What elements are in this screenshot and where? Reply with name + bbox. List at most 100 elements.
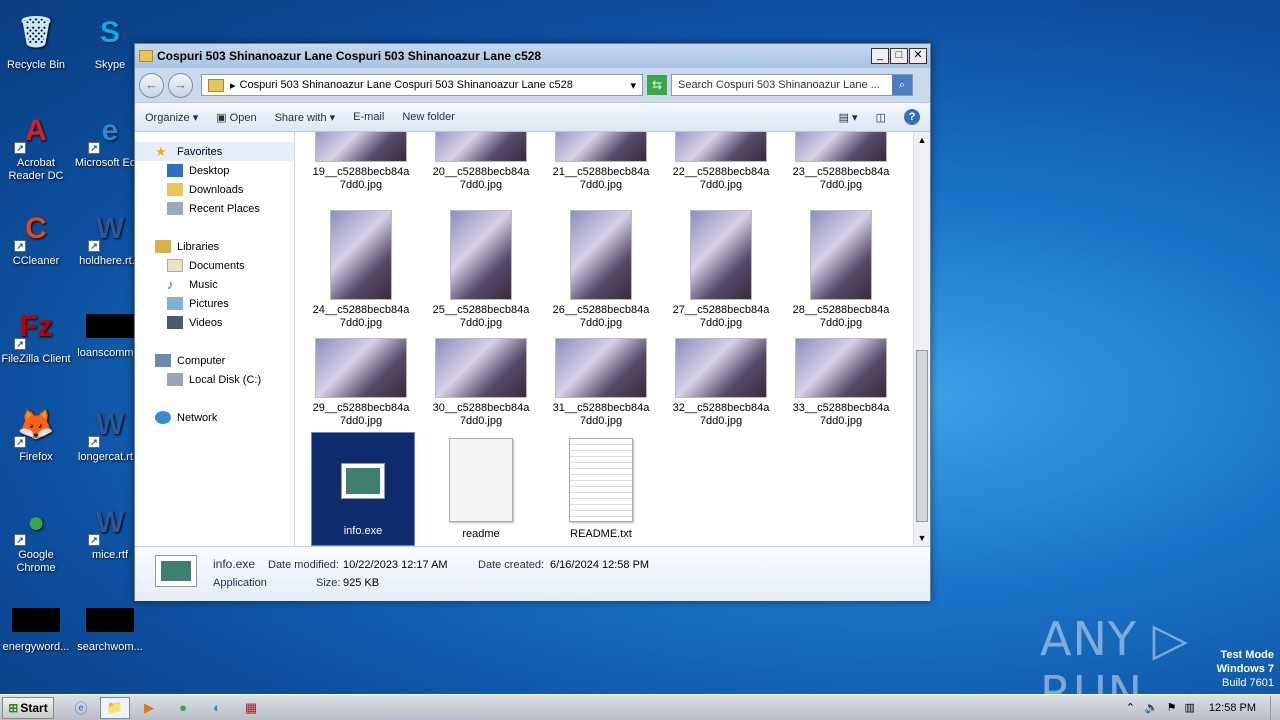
- nav-favorites[interactable]: ★ Favorites: [135, 142, 294, 161]
- file-name-line1: 27__c5288becb84a: [672, 304, 770, 316]
- minimize-button[interactable]: _: [871, 48, 889, 64]
- desktop-icon-13[interactable]: searchwom...: [72, 596, 148, 654]
- desktop-icon-6[interactable]: Fz ↗ FileZilla Client: [0, 302, 74, 366]
- explorer-taskbar-icon[interactable]: 📁: [100, 696, 130, 719]
- explorer-body: ★ Favorites Desktop Downloads Recent Plac…: [135, 132, 930, 546]
- nav-documents-label: Documents: [189, 259, 245, 272]
- file-tile[interactable]: 26__c5288becb84a 7dd0.jpg: [549, 210, 653, 330]
- desktop-icon-label: searchwom...: [77, 641, 143, 653]
- nav-libraries[interactable]: Libraries: [135, 237, 294, 256]
- network-tray-icon[interactable]: ▥: [1185, 701, 1195, 714]
- close-button[interactable]: ✕: [909, 48, 927, 64]
- desktop-icon-8[interactable]: 🦊 ↗ Firefox: [0, 400, 74, 464]
- scroll-up-arrow[interactable]: ▲: [914, 132, 930, 148]
- edge-taskbar-icon[interactable]: ◐: [202, 697, 232, 719]
- maximize-button[interactable]: □: [890, 48, 908, 64]
- clock[interactable]: 12:58 PM: [1209, 702, 1256, 714]
- file-tile[interactable]: 23__c5288becb84a 7dd0.jpg: [789, 132, 893, 192]
- file-tile[interactable]: 27__c5288becb84a 7dd0.jpg: [669, 210, 773, 330]
- desktop-icon-4[interactable]: C ↗ CCleaner: [0, 204, 74, 268]
- size-value: 925 KB: [343, 577, 380, 589]
- chrome-taskbar-icon[interactable]: ●: [168, 697, 198, 719]
- scroll-thumb[interactable]: [916, 350, 928, 522]
- file-name-label: info.exe: [343, 525, 383, 537]
- shortcut-arrow-icon: ↗: [14, 534, 26, 546]
- file-tile-readme-txt[interactable]: README.txt: [549, 432, 653, 546]
- preview-pane-icon[interactable]: ◫: [876, 111, 886, 124]
- file-name-line2: 7dd0.jpg: [699, 317, 743, 329]
- file-tile[interactable]: 25__c5288becb84a 7dd0.jpg: [429, 210, 533, 330]
- back-button[interactable]: ←: [139, 72, 164, 98]
- help-icon[interactable]: ?: [904, 109, 920, 125]
- file-tile[interactable]: 24__c5288becb84a 7dd0.jpg: [309, 210, 413, 330]
- downloads-icon: [167, 183, 183, 196]
- desktop-icon-0[interactable]: 🗑 Recycle Bin: [0, 8, 74, 72]
- new-folder-button[interactable]: New folder: [402, 111, 455, 123]
- size-label: Size:: [316, 577, 341, 589]
- desktop-icon-image: W ↗: [86, 498, 134, 546]
- refresh-icon[interactable]: ⇆: [647, 75, 667, 95]
- organize-button[interactable]: Organize ▾: [145, 111, 198, 124]
- nav-music[interactable]: ♪ Music: [135, 275, 294, 294]
- volume-icon[interactable]: 🔈: [1145, 701, 1159, 714]
- vertical-scrollbar[interactable]: ▲ ▼: [913, 132, 930, 546]
- show-desktop-button[interactable]: [1270, 695, 1280, 720]
- winrar-taskbar-icon[interactable]: ▦: [236, 697, 266, 719]
- file-tile[interactable]: 22__c5288becb84a 7dd0.jpg: [669, 132, 773, 192]
- desktop-icon-2[interactable]: A ↗ Acrobat Reader DC: [0, 106, 74, 183]
- file-tile[interactable]: 31__c5288becb84a 7dd0.jpg: [549, 338, 653, 428]
- created-value: 6/16/2024 12:58 PM: [550, 559, 650, 571]
- image-thumbnail: [315, 338, 407, 398]
- action-center-icon[interactable]: ⚑: [1167, 701, 1177, 714]
- scroll-down-arrow[interactable]: ▼: [914, 530, 930, 546]
- file-tile[interactable]: 20__c5288becb84a 7dd0.jpg: [429, 132, 533, 192]
- open-button[interactable]: ▣ Open: [216, 111, 256, 124]
- file-name-line1: 20__c5288becb84a: [432, 166, 530, 178]
- file-tile[interactable]: 21__c5288becb84a 7dd0.jpg: [549, 132, 653, 192]
- chevron-down-icon[interactable]: ▾: [630, 79, 636, 92]
- file-tile[interactable]: 33__c5288becb84a 7dd0.jpg: [789, 338, 893, 428]
- tray-expand-icon[interactable]: ⌃: [1126, 701, 1135, 714]
- file-tile[interactable]: 28__c5288becb84a 7dd0.jpg: [789, 210, 893, 330]
- file-tile[interactable]: 29__c5288becb84a 7dd0.jpg: [309, 338, 413, 428]
- desktop-icon-10[interactable]: ● ↗ Google Chrome: [0, 498, 74, 575]
- file-tile-readme[interactable]: readme: [429, 432, 533, 546]
- address-bar[interactable]: ▸ Cospuri 503 Shinanoazur Lane Cospuri 5…: [201, 74, 643, 96]
- nav-local-disk[interactable]: Local Disk (C:): [135, 370, 294, 389]
- search-icon[interactable]: ⌕: [892, 75, 912, 95]
- nav-network[interactable]: Network: [135, 408, 294, 427]
- title-bar[interactable]: Cospuri 503 Shinanoazur Lane Cospuri 503…: [135, 44, 930, 68]
- explorer-window[interactable]: Cospuri 503 Shinanoazur Lane Cospuri 503…: [134, 43, 931, 601]
- nav-downloads[interactable]: Downloads: [135, 180, 294, 199]
- search-input[interactable]: Search Cospuri 503 Shinanoazur Lane ... …: [671, 74, 913, 96]
- file-tile[interactable]: 32__c5288becb84a 7dd0.jpg: [669, 338, 773, 428]
- nav-documents[interactable]: Documents: [135, 256, 294, 275]
- shortcut-arrow-icon: ↗: [88, 240, 100, 252]
- image-thumbnail: [570, 210, 632, 300]
- file-tile[interactable]: 19__c5288becb84a 7dd0.jpg: [309, 132, 413, 192]
- view-options-icon[interactable]: ▤ ▾: [839, 111, 858, 124]
- file-tile-info-exe[interactable]: info.exe: [311, 432, 415, 546]
- nav-desktop[interactable]: Desktop: [135, 161, 294, 180]
- nav-computer[interactable]: Computer: [135, 351, 294, 370]
- nav-recent[interactable]: Recent Places: [135, 199, 294, 218]
- image-thumbnail: [810, 210, 872, 300]
- shortcut-arrow-icon: ↗: [14, 142, 26, 154]
- ie-taskbar-icon[interactable]: ⓔ: [66, 697, 96, 719]
- email-button[interactable]: E-mail: [353, 111, 384, 123]
- media-player-taskbar-icon[interactable]: ▶: [134, 697, 164, 719]
- desktop-icon-image: W ↗: [86, 204, 134, 252]
- nav-pictures[interactable]: Pictures: [135, 294, 294, 313]
- details-pane: info.exe Application Date modified: 10/2…: [135, 546, 930, 601]
- share-with-button[interactable]: Share with ▾: [275, 111, 336, 124]
- details-type: Application: [213, 577, 267, 589]
- breadcrumb[interactable]: Cospuri 503 Shinanoazur Lane Cospuri 503…: [240, 79, 631, 91]
- desktop-icon-12[interactable]: energyword...: [0, 596, 74, 654]
- nav-videos[interactable]: Videos: [135, 313, 294, 332]
- breadcrumb-arrow-icon[interactable]: ▸: [230, 79, 236, 92]
- forward-button[interactable]: →: [168, 72, 193, 98]
- music-icon: ♪: [167, 277, 174, 292]
- window-title: Cospuri 503 Shinanoazur Lane Cospuri 503…: [157, 49, 542, 63]
- start-button[interactable]: ⊞ Start: [2, 696, 54, 719]
- file-tile[interactable]: 30__c5288becb84a 7dd0.jpg: [429, 338, 533, 428]
